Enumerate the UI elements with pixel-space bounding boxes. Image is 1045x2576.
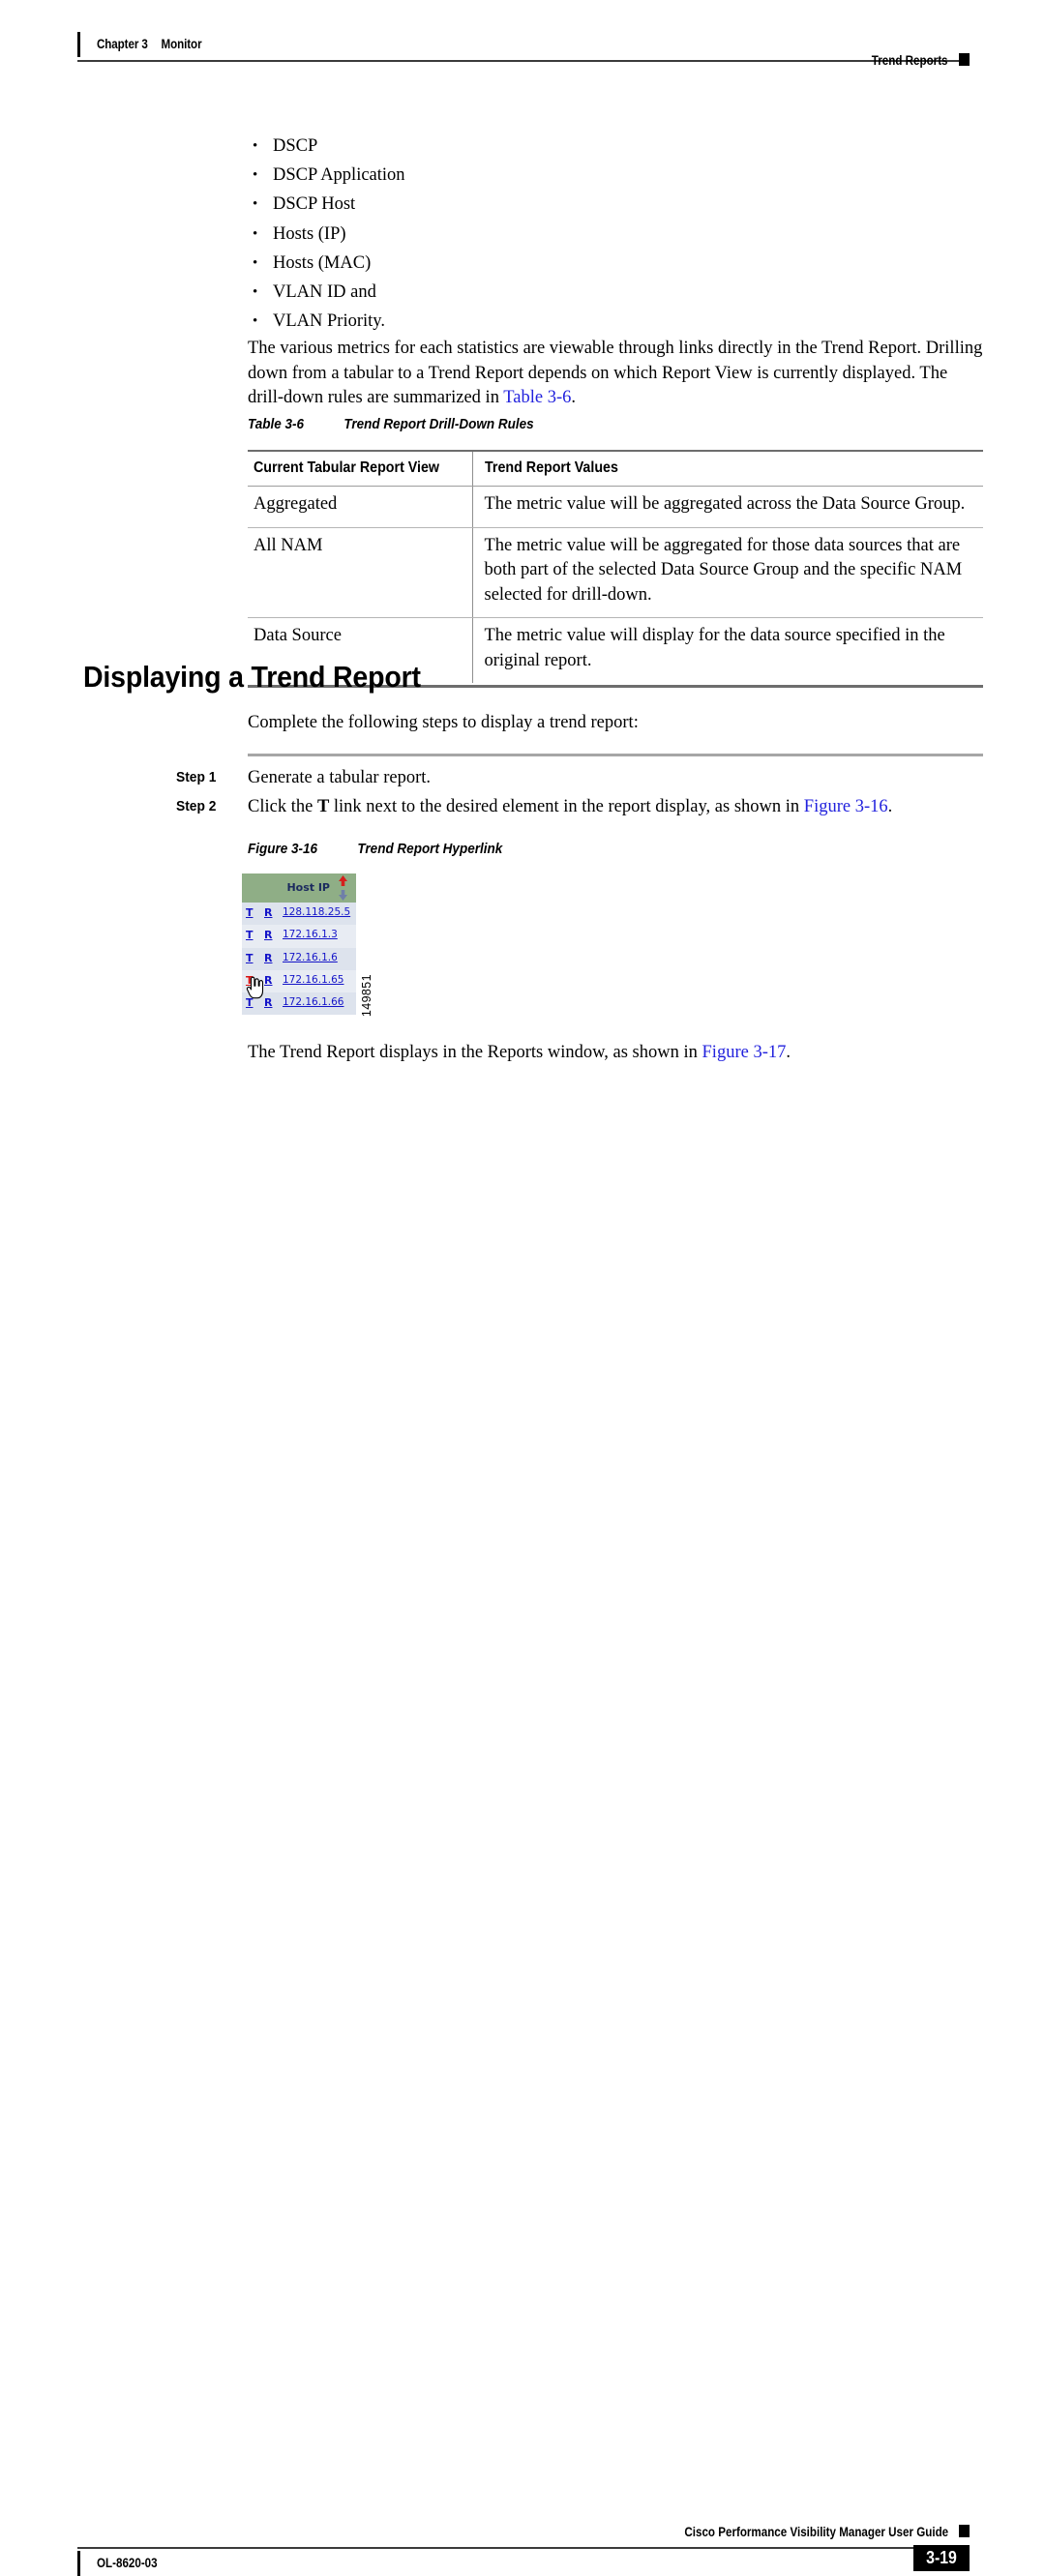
metrics-paragraph-period: .: [571, 388, 576, 407]
trend-link[interactable]: T: [246, 906, 254, 919]
footer-document-id: OL-8620-03: [97, 2556, 158, 2570]
trend-displays-period: .: [786, 1043, 791, 1062]
host-ip-link[interactable]: 128.118.25.5: [283, 906, 350, 918]
step-2-text: Click the T link next to the desired ele…: [248, 797, 893, 816]
figure-caption: Figure 3-16 Trend Report Hyperlink: [248, 841, 502, 857]
cell-trend-report-value: The metric value will be aggregated for …: [471, 527, 983, 618]
table-3-6-block: Table 3-6 Trend Report Drill-Down Rules C…: [248, 416, 983, 688]
footer-left-marker: [77, 2551, 80, 2576]
host-ip-column-header[interactable]: Host IP: [242, 873, 356, 903]
running-footer: Cisco Performance Visibility Manager Use…: [0, 1255, 1045, 2576]
figure-3-16-artwork: Host IP T R 128.118.25.5 T R 172.16.1.3 …: [242, 873, 377, 1018]
footer-guide-title: Cisco Performance Visibility Manager Use…: [684, 2525, 948, 2539]
list-item: DSCP: [250, 132, 733, 161]
report-link[interactable]: R: [264, 952, 272, 964]
footer-right-marker: [959, 2525, 970, 2537]
header-right-marker: [959, 53, 970, 66]
host-ip-link[interactable]: 172.16.1.66: [283, 996, 343, 1008]
table-row: Aggregated The metric value will be aggr…: [248, 486, 983, 528]
step-2-label: Step 2: [176, 798, 217, 814]
trend-link[interactable]: T: [246, 952, 254, 964]
host-ip-link[interactable]: 172.16.1.65: [283, 974, 343, 986]
table-row[interactable]: T R 172.16.1.65: [242, 969, 356, 993]
cell-report-view: All NAM: [248, 527, 472, 618]
figure-artwork-number: 149851: [360, 974, 373, 1018]
arrow-down-icon: [339, 890, 347, 901]
table-row[interactable]: T R 172.16.1.66: [242, 992, 356, 1016]
step-2-bold-token: T: [316, 797, 330, 816]
table-row[interactable]: T R 128.118.25.5: [242, 903, 356, 926]
steps-divider: [248, 754, 983, 756]
metrics-paragraph-text: The various metrics for each statistics …: [248, 339, 983, 407]
drill-down-rules-table: Current Tabular Report View Trend Report…: [248, 450, 983, 683]
metrics-paragraph: The various metrics for each statistics …: [248, 337, 983, 411]
list-item: VLAN ID and: [250, 278, 733, 307]
figure-3-16-link[interactable]: Figure 3-16: [804, 797, 888, 816]
statistics-bullet-list: DSCP DSCP Application DSCP Host Hosts (I…: [250, 132, 733, 337]
host-ip-link[interactable]: 172.16.1.3: [283, 929, 338, 940]
cell-report-view: Aggregated: [248, 486, 472, 528]
host-ip-report-table: Host IP T R 128.118.25.5 T R 172.16.1.3 …: [242, 873, 356, 1016]
list-item: Hosts (IP): [250, 220, 733, 249]
header-chapter-section: Monitor: [161, 37, 202, 51]
report-link[interactable]: R: [264, 996, 272, 1009]
host-ip-header-label: Host IP: [286, 881, 330, 894]
complete-steps-paragraph: Complete the following steps to display …: [248, 713, 639, 732]
list-item: Hosts (MAC): [250, 249, 733, 278]
figure-caption-label: Figure 3-16: [248, 841, 318, 857]
trend-link[interactable]: T: [246, 929, 254, 941]
table-header-row: Current Tabular Report View Trend Report…: [248, 450, 983, 487]
report-link[interactable]: R: [264, 906, 272, 919]
table-3-6-link[interactable]: Table 3-6: [503, 388, 571, 407]
sort-arrows-group[interactable]: [337, 874, 349, 902]
step-1-text: Generate a tabular report.: [248, 768, 432, 787]
footer-page-number: 3-19: [912, 2545, 970, 2571]
cell-trend-report-value: The metric value will be aggregated acro…: [471, 486, 983, 528]
trend-displays-text: The Trend Report displays in the Reports…: [248, 1043, 702, 1062]
table-row: All NAM The metric value will be aggrega…: [248, 527, 983, 618]
list-item: VLAN Priority.: [250, 307, 733, 336]
figure-caption-title: Trend Report Hyperlink: [357, 841, 503, 857]
report-link[interactable]: R: [264, 974, 272, 987]
table-row[interactable]: T R 172.16.1.3: [242, 925, 356, 948]
header-running-title: Trend Reports: [872, 53, 948, 68]
arrow-up-icon: [339, 875, 347, 886]
table-caption-label: Table 3-6: [248, 416, 305, 432]
column-header-current-tabular-report-view: Current Tabular Report View: [248, 450, 472, 487]
trend-displays-paragraph: The Trend Report displays in the Reports…: [248, 1041, 983, 1066]
table-caption: Table 3-6 Trend Report Drill-Down Rules: [248, 416, 910, 432]
running-header: Chapter 3 Monitor Trend Reports: [0, 0, 1045, 77]
cell-trend-report-value: The metric value will display for the da…: [471, 617, 983, 683]
header-rule: [77, 60, 968, 62]
list-item: DSCP Application: [250, 161, 733, 190]
header-chapter-number: Chapter 3: [97, 37, 148, 51]
page-title: Displaying a Trend Report: [83, 660, 421, 694]
column-header-trend-report-values: Trend Report Values: [471, 450, 983, 487]
trend-link-hovered[interactable]: T: [246, 974, 254, 987]
table-caption-title: Trend Report Drill-Down Rules: [343, 416, 534, 432]
header-left-marker: [77, 32, 80, 57]
trend-link[interactable]: T: [246, 996, 254, 1009]
host-ip-link[interactable]: 172.16.1.6: [283, 952, 338, 963]
report-link[interactable]: R: [264, 929, 272, 941]
step-1-label: Step 1: [176, 769, 217, 785]
figure-3-17-link[interactable]: Figure 3-17: [702, 1043, 787, 1062]
list-item: DSCP Host: [250, 190, 733, 219]
table-row[interactable]: T R 172.16.1.6: [242, 947, 356, 970]
footer-rule: [77, 2547, 968, 2549]
header-chapter-label: Chapter 3 Monitor: [97, 37, 202, 51]
